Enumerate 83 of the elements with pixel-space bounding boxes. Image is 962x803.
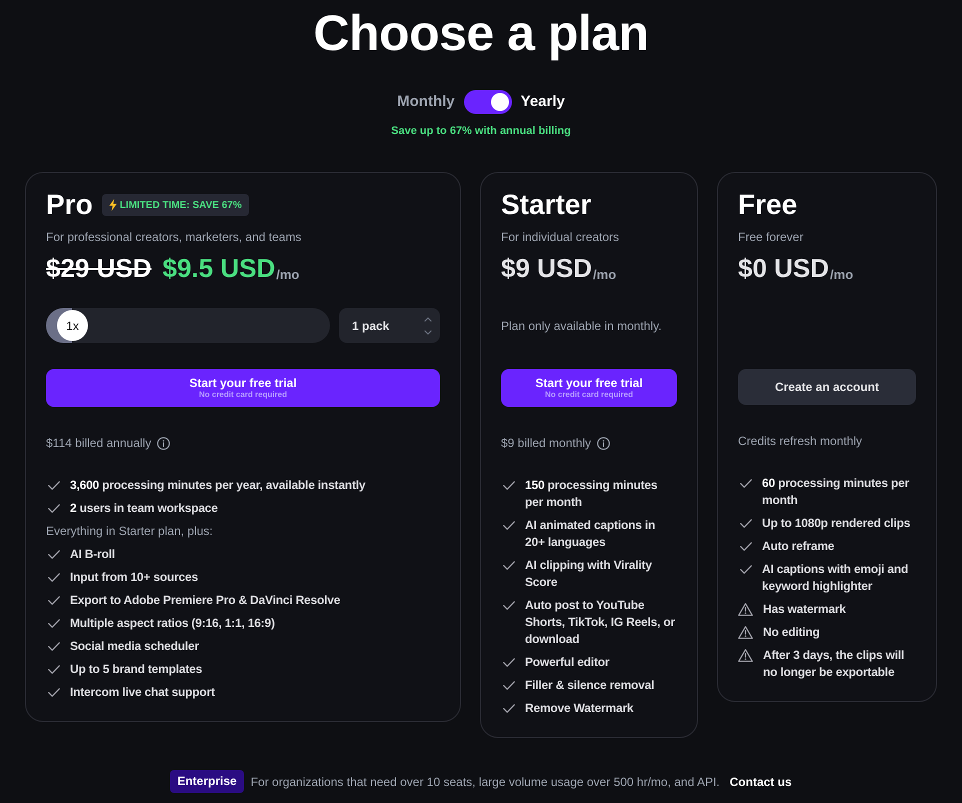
slider-thumb[interactable]: 1x xyxy=(57,310,88,341)
yearly-label[interactable]: Yearly xyxy=(520,90,565,114)
feature-text: AI clipping with Virality Score xyxy=(525,557,653,591)
plan-description: Free forever xyxy=(738,229,804,245)
feature-text: Intercom live chat support xyxy=(70,684,215,701)
feature-text: After 3 days, the clips will no longer be exportable xyxy=(763,647,906,681)
check-icon xyxy=(503,681,515,690)
check-icon xyxy=(48,688,60,697)
price-period: /mo xyxy=(593,267,616,283)
billing-note: $114 billed annually xyxy=(46,435,152,451)
price-period: /mo xyxy=(830,267,854,283)
feature-text: 150 processing minutes per month xyxy=(525,477,658,511)
enterprise-badge: Enterprise xyxy=(170,770,244,793)
feature-text: No editing xyxy=(763,624,820,641)
check-icon xyxy=(740,542,752,551)
check-icon xyxy=(48,642,60,651)
check-icon xyxy=(48,481,60,490)
feature-text: Input from 10+ sources xyxy=(70,569,198,586)
page-title: Choose a plan xyxy=(313,4,649,62)
original-price: $29 USD xyxy=(46,252,152,284)
promo-text: LIMITED TIME: SAVE 67% xyxy=(120,198,242,212)
check-icon xyxy=(503,481,515,490)
price-period: /mo xyxy=(276,267,300,283)
feature-text: Has watermark xyxy=(763,601,846,618)
start-trial-button[interactable]: Start your free trial No credit card required xyxy=(501,369,677,407)
enterprise-description: For organizations that need over 10 seats, large volume usage over 500 hr/mo, and API. xyxy=(250,774,720,790)
feature-text: 60 processing minutes per month xyxy=(762,475,910,509)
feature-text: AI captions with emoji and keyword highlighter xyxy=(762,561,910,595)
feature-text: Up to 1080p rendered clips xyxy=(762,515,910,532)
feature-text: Auto post to YouTube Shorts, TikTok, IG Reels, or download xyxy=(525,597,676,648)
feature-text: Remove Watermark xyxy=(525,700,634,717)
info-icon[interactable] xyxy=(157,436,170,450)
check-icon xyxy=(503,658,515,667)
plan-description: For individual creators xyxy=(501,229,620,245)
check-icon xyxy=(740,479,752,488)
plan-description: For professional creators, marketers, and teams xyxy=(46,229,302,245)
check-icon xyxy=(740,519,752,528)
lightning-bolt-icon xyxy=(108,199,117,211)
check-icon xyxy=(48,665,60,674)
feature-text: Export to Adobe Premiere Pro & DaVinci Resolve xyxy=(70,592,340,609)
check-icon xyxy=(48,550,60,559)
feature-text: Multiple aspect ratios (9:16, 1:1, 16:9) xyxy=(70,615,275,632)
warning-icon xyxy=(738,626,753,639)
feature-text: 3,600 processing minutes per year, available instantly xyxy=(70,477,366,494)
feature-text: Powerful editor xyxy=(525,654,610,671)
feature-text: 2 users in team workspace xyxy=(70,500,218,517)
pack-select[interactable]: 1 pack xyxy=(339,308,440,343)
warning-icon xyxy=(738,649,753,662)
up-down-chevrons-icon xyxy=(424,316,432,334)
feature-text: Filler & silence removal xyxy=(525,677,654,694)
start-trial-button[interactable]: Start your free trial No credit card required xyxy=(46,369,440,407)
create-account-button[interactable]: Create an account xyxy=(738,369,916,405)
check-icon xyxy=(503,601,515,610)
feature-text: AI animated captions in 20+ languages xyxy=(525,517,656,551)
check-icon xyxy=(48,573,60,582)
plan-name: Free xyxy=(738,188,798,222)
plan-name: Pro xyxy=(46,188,93,222)
billing-note: Credits refresh monthly xyxy=(738,433,862,449)
savings-note: Save up to 67% with annual billing xyxy=(391,124,571,138)
billing-note: $9 billed monthly xyxy=(501,435,592,451)
feature-text: Up to 5 brand templates xyxy=(70,661,202,678)
feature-text: AI B-roll xyxy=(70,546,115,563)
feature-group-heading: Everything in Starter plan, plus: xyxy=(46,523,214,540)
info-icon[interactable] xyxy=(597,436,610,450)
check-icon xyxy=(48,619,60,628)
warning-icon xyxy=(738,603,753,616)
check-icon xyxy=(48,596,60,605)
plan-name: Starter xyxy=(501,188,592,222)
pack-slider-track[interactable]: 1x xyxy=(46,308,330,343)
check-icon xyxy=(503,561,515,570)
check-icon xyxy=(740,565,752,574)
check-icon xyxy=(48,504,60,513)
billing-toggle[interactable] xyxy=(464,90,512,114)
contact-link[interactable]: Contact us xyxy=(730,772,792,790)
feature-text: Auto reframe xyxy=(762,538,834,555)
check-icon xyxy=(503,704,515,713)
feature-text: Social media scheduler xyxy=(70,638,199,655)
plan-price: $0 USD xyxy=(738,252,830,284)
check-icon xyxy=(503,521,515,530)
plan-price: $9 USD xyxy=(501,252,592,284)
plan-price: $9.5 USD xyxy=(162,252,276,284)
monthly-label[interactable]: Monthly xyxy=(397,90,455,114)
availability-note: Plan only available in monthly. xyxy=(501,318,662,334)
